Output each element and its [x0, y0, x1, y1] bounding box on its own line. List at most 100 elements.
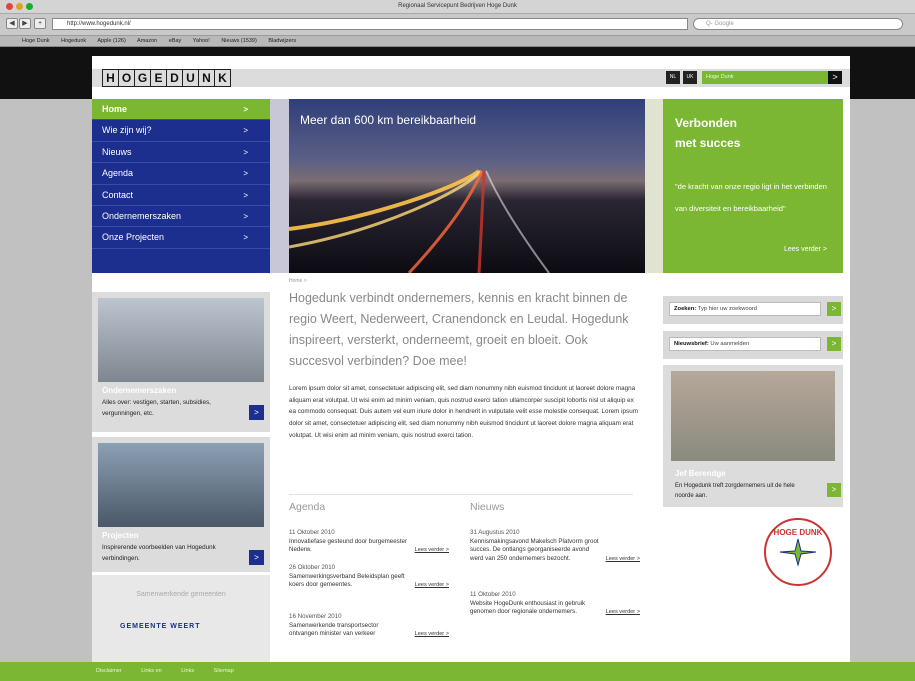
newsletter-label: Nieuwsbrief:: [674, 341, 709, 347]
nav-label: Nieuws: [102, 146, 132, 157]
add-bookmark-button[interactable]: +: [34, 18, 46, 29]
nieuws-heading: Nieuws: [470, 501, 505, 513]
card-text: Alles over: vestigen, starten, subsidies…: [102, 399, 211, 417]
newsletter-field[interactable]: Nieuwsbrief: Uw aanmelden: [669, 337, 821, 351]
footer-link[interactable]: Sitemap: [214, 668, 234, 674]
back-button[interactable]: ◀: [6, 18, 18, 29]
project-workers-photo: [98, 443, 264, 527]
right-background: [850, 99, 915, 662]
business-people-photo: [98, 298, 264, 382]
footer-link[interactable]: Links: [181, 668, 194, 674]
bookmark-item[interactable]: Yahoo!: [193, 38, 210, 44]
agenda-item[interactable]: 11 Oktober 2010 Innovatiefase gesteund d…: [289, 529, 449, 555]
chevron-right-icon: >: [243, 211, 248, 221]
bookmark-item[interactable]: Amazon: [137, 38, 157, 44]
news-date: 11 Oktober 2010: [470, 591, 516, 598]
news-date: 31 Augustus 2010: [470, 529, 520, 536]
read-more-link[interactable]: Lees verder >: [606, 555, 640, 564]
chevron-right-icon: >: [243, 126, 248, 136]
browser-title-bar: Regionaal Servicepunt Bedrijven Hoge Dun…: [0, 0, 915, 14]
forward-button[interactable]: ▶: [19, 18, 31, 29]
left-background: [0, 99, 92, 662]
nav-item-home[interactable]: Home >: [92, 99, 270, 121]
footer-link[interactable]: Disclaimer: [96, 668, 122, 674]
agenda-date: 11 Oktober 2010: [289, 529, 335, 536]
agenda-text: Innovatiefase gesteund door burgemeester…: [289, 537, 407, 554]
lang-nl-button[interactable]: NL: [666, 71, 680, 84]
chevron-right-icon: >: [243, 233, 248, 243]
bookmark-item[interactable]: Bladwijzers: [268, 38, 296, 44]
logo-letter: N: [198, 69, 215, 87]
nav-item-wie-zijn-wij[interactable]: Wie zijn wij? >: [92, 120, 270, 142]
read-more-link[interactable]: Lees verder >: [415, 630, 449, 639]
card-go-button[interactable]: >: [249, 550, 264, 565]
nav-label: Onze Projecten: [102, 232, 165, 243]
card-text: Inspirerende voorbeelden van Hogedunk ve…: [102, 544, 216, 562]
address-bar[interactable]: http://www.hogedunk.nl/: [52, 18, 688, 30]
nav-item-onze-projecten[interactable]: Onze Projecten >: [92, 227, 270, 249]
breadcrumb[interactable]: Home >: [289, 278, 307, 284]
green-box-more-link[interactable]: Lees verder >: [784, 246, 827, 253]
person-name: Jef Berendge: [675, 469, 726, 478]
bookmark-item[interactable]: Hogedunk: [61, 38, 86, 44]
person-card[interactable]: Jef Berendge En Hogedunk treft zorgderne…: [663, 365, 843, 507]
site-search-button[interactable]: >: [828, 71, 842, 84]
search-submit-button[interactable]: >: [827, 302, 841, 316]
agenda-text: Samenwerkingsverband Beleidsplan geeft k…: [289, 572, 405, 589]
search-field[interactable]: Zoeken: Typ hier uw zoekwoord: [669, 302, 821, 316]
newsletter-placeholder: Uw aanmelden: [710, 341, 750, 347]
chevron-right-icon: >: [243, 169, 248, 179]
newsletter-widget: Nieuwsbrief: Uw aanmelden >: [663, 331, 843, 359]
hero-edge-right: [645, 99, 663, 273]
person-go-button[interactable]: >: [827, 483, 841, 497]
card-go-button[interactable]: >: [249, 405, 264, 420]
divider: [289, 494, 633, 495]
nav-item-ondernemerszaken[interactable]: Ondernemerszaken >: [92, 206, 270, 228]
projecten-card[interactable]: Projecten Inspirerende voorbeelden van H…: [92, 437, 270, 572]
lang-uk-button[interactable]: UK: [683, 71, 697, 84]
ondernemerszaken-card[interactable]: Ondernemerszaken Alles over: vestigen, s…: [92, 292, 270, 432]
bookmark-item[interactable]: Nieuws (1539): [221, 38, 256, 44]
newsletter-submit-button[interactable]: >: [827, 337, 841, 351]
stamp-text: HOGE DUNK: [773, 528, 823, 537]
bookmarks-bar: Hoge Dunk Hogedunk Apple (126) Amazon eB…: [0, 36, 915, 47]
news-item[interactable]: 11 Oktober 2010 Website HogeDunk enthous…: [470, 591, 640, 617]
bookmark-item[interactable]: eBay: [169, 38, 182, 44]
agenda-item[interactable]: 26 Oktober 2010 Samenwerkingsverband Bel…: [289, 564, 449, 590]
green-feature-box: Verbonden met succes "de kracht van onze …: [663, 99, 843, 273]
gemeente-weert-logo[interactable]: GEMEENTE WEERT: [120, 623, 201, 630]
bookmark-item[interactable]: Hoge Dunk: [22, 38, 50, 44]
browser-search-input[interactable]: Q- Google: [693, 18, 903, 30]
card-title: Ondernemerszaken: [102, 386, 177, 395]
hogedunk-logo[interactable]: H O G E D U N K: [102, 69, 231, 87]
agenda-item[interactable]: 16 November 2010 Samenwerkende transport…: [289, 613, 449, 639]
news-text: Kennismakingsavond Makelsch Platvorm gro…: [470, 537, 599, 563]
logo-letter: D: [166, 69, 183, 87]
browser-toolbar: ◀ ▶ + http://www.hogedunk.nl/ Q- Google: [0, 14, 915, 36]
search-widget: Zoeken: Typ hier uw zoekwoord >: [663, 296, 843, 324]
hero-edge-left: [270, 99, 289, 273]
read-more-link[interactable]: Lees verder >: [606, 608, 640, 617]
card-title: Projecten: [102, 531, 139, 540]
logo-letter: E: [150, 69, 167, 87]
chevron-right-icon: >: [243, 105, 248, 114]
main-navigation: Home > Wie zijn wij? > Nieuws > Agenda > Con…: [92, 99, 270, 273]
body-text: Lorem ipsum dolor sit amet, consectetuer…: [289, 385, 638, 439]
window-title: Regionaal Servicepunt Bedrijven Hoge Dun…: [398, 3, 517, 9]
nav-label: Ondernemerszaken: [102, 210, 182, 221]
nav-item-nieuws[interactable]: Nieuws >: [92, 142, 270, 164]
news-item[interactable]: 31 Augustus 2010 Kennismakingsavond Make…: [470, 529, 640, 564]
search-label: Zoeken:: [674, 306, 697, 312]
read-more-link[interactable]: Lees verder >: [415, 581, 449, 590]
logo-letter: H: [102, 69, 119, 87]
nav-item-contact[interactable]: Contact >: [92, 185, 270, 206]
footer-link[interactable]: Links en: [141, 668, 162, 674]
read-more-link[interactable]: Lees verder >: [415, 546, 449, 555]
nav-label: Wie zijn wij?: [102, 125, 152, 136]
nav-item-agenda[interactable]: Agenda >: [92, 163, 270, 185]
logo-letter: K: [214, 69, 231, 87]
person-text: En Hogedunk treft zorgdernemers uit de h…: [675, 483, 795, 499]
site-search-input[interactable]: Hoge Dunk: [702, 71, 830, 84]
nav-label: Home: [102, 104, 128, 114]
bookmark-item[interactable]: Apple (126): [97, 38, 125, 44]
